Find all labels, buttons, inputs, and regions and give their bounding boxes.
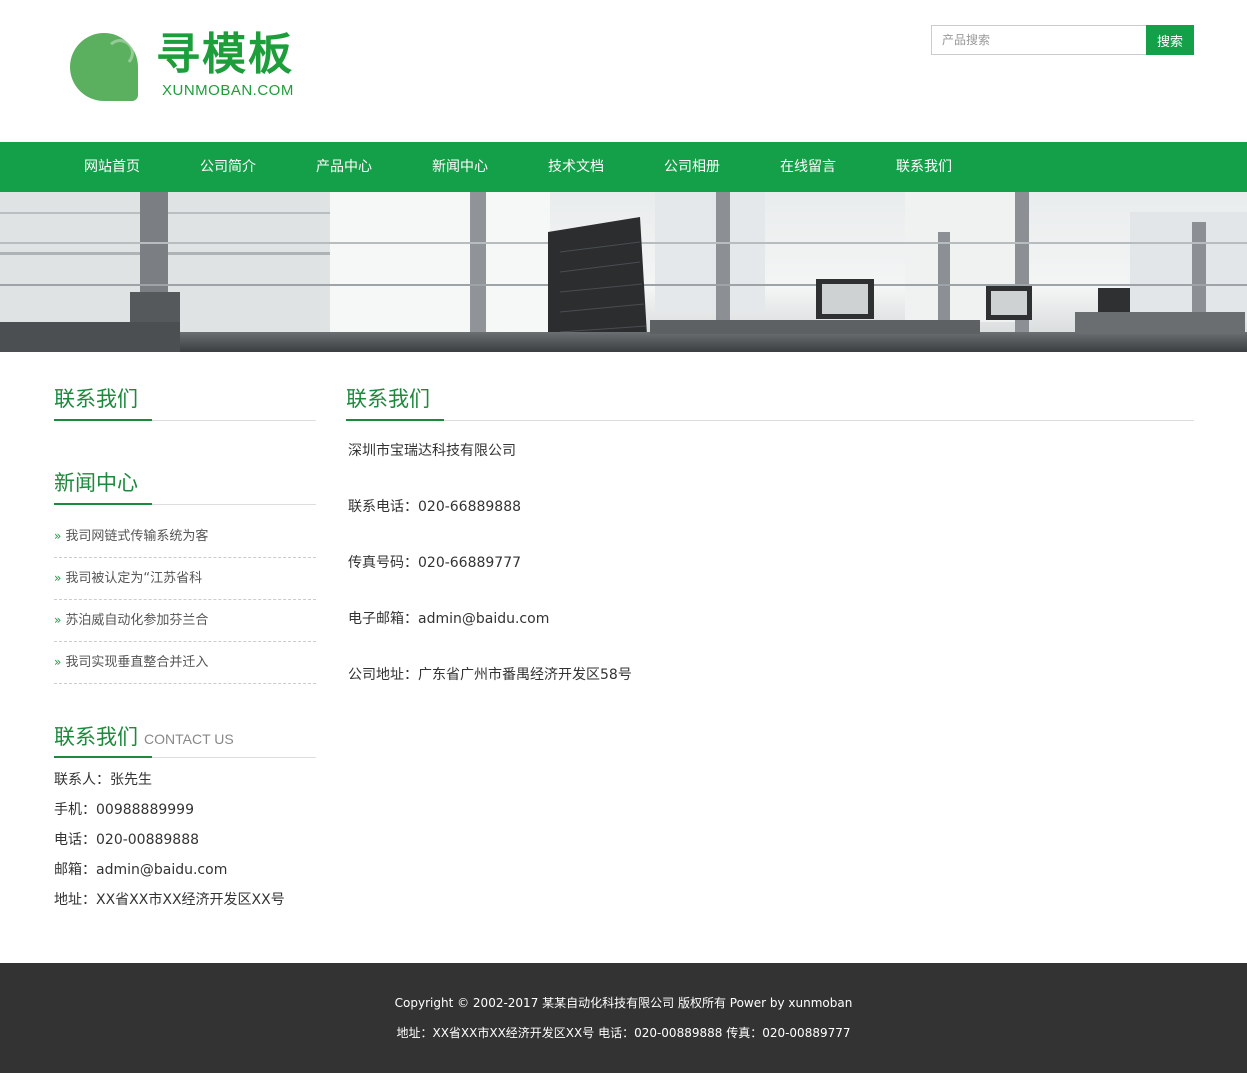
- nav-item-products[interactable]: 产品中心: [286, 142, 402, 192]
- sidebar-section-header: 联系我们: [54, 352, 316, 421]
- contact-phone: 电话：020-00889888: [54, 832, 200, 848]
- banner-image: [0, 192, 1247, 352]
- company-name: 深圳市宝瑞达科技有限公司: [348, 443, 516, 459]
- news-item[interactable]: » 我司实现垂直整合并迁入: [54, 642, 316, 684]
- title-underline: [54, 419, 152, 421]
- chevron-right-icon: »: [54, 571, 62, 585]
- contact-section-header: 联系我们 CONTACT US: [54, 722, 316, 758]
- contact-details: 深圳市宝瑞达科技有限公司 联系电话：020-66889888 传真号码：020-…: [348, 439, 632, 719]
- news-item-label: 我司网链式传输系统为客: [65, 529, 209, 544]
- nav-item-message[interactable]: 在线留言: [750, 142, 866, 192]
- nav-item-home[interactable]: 网站首页: [54, 142, 170, 192]
- company-email: 电子邮箱：admin@baidu.com: [348, 611, 550, 627]
- contact-title-cn: 联系我们: [54, 725, 138, 749]
- chevron-right-icon: »: [54, 655, 62, 669]
- news-item-label: 苏泊威自动化参加芬兰合: [65, 613, 209, 628]
- search-button[interactable]: 搜索: [1146, 25, 1194, 55]
- news-item[interactable]: » 苏泊威自动化参加芬兰合: [54, 600, 316, 642]
- news-item-label: 我司被认定为“江苏省科: [65, 571, 203, 586]
- sidebar-section-title: 联系我们: [54, 387, 138, 411]
- chevron-right-icon: »: [54, 613, 62, 627]
- site-footer: Copyright © 2002-2017 某某自动化科技有限公司 版权所有 P…: [0, 963, 1247, 1073]
- search-input[interactable]: [931, 25, 1147, 55]
- sidebar: 联系我们 新闻中心 » 我司网链式传输系统为客 » 我司被认定为“江苏省科 » 苏泊威…: [54, 352, 316, 908]
- footer-copyright: Copyright © 2002-2017 某某自动化科技有限公司 版权所有 P…: [394, 996, 853, 1010]
- news-item-label: 我司实现垂直整合并迁入: [65, 655, 209, 670]
- main-content: 联系我们 深圳市宝瑞达科技有限公司 联系电话：020-66889888 传真号码…: [346, 352, 1194, 683]
- footer-contact: 地址：XX省XX市XX经济开发区XX号 电话：020-00889888 传真：0…: [396, 1026, 851, 1040]
- banner-illustration: [0, 192, 1247, 352]
- news-list: » 我司网链式传输系统为客 » 我司被认定为“江苏省科 » 苏泊威自动化参加芬兰合 »…: [54, 516, 316, 684]
- contact-person: 联系人：张先生: [54, 772, 152, 788]
- nav-item-about[interactable]: 公司简介: [170, 142, 286, 192]
- company-address: 公司地址：广东省广州市番禺经济开发区58号: [348, 667, 632, 683]
- contact-list: 联系人：张先生 手机：00988889999 电话：020-00889888 邮…: [54, 765, 285, 915]
- news-section-header: 新闻中心: [54, 466, 316, 505]
- contact-title-en: CONTACT US: [144, 731, 234, 747]
- contact-address: 地址：XX省XX市XX经济开发区XX号: [54, 892, 285, 908]
- title-underline: [54, 756, 152, 758]
- logo-text: 寻模板: [156, 29, 294, 80]
- title-underline: [54, 503, 152, 505]
- search-bar: 搜索: [931, 25, 1194, 55]
- nav-item-docs[interactable]: 技术文档: [518, 142, 634, 192]
- main-section-header: 联系我们: [346, 352, 1194, 421]
- page-title: 联系我们: [346, 387, 430, 411]
- news-item[interactable]: » 我司被认定为“江苏省科: [54, 558, 316, 600]
- logo-subtext: XUNMOBAN.COM: [162, 82, 294, 99]
- company-phone: 联系电话：020-66889888: [348, 499, 522, 515]
- nav-item-contact[interactable]: 联系我们: [866, 142, 982, 192]
- nav-item-album[interactable]: 公司相册: [634, 142, 750, 192]
- news-item[interactable]: » 我司网链式传输系统为客: [54, 516, 316, 558]
- main-nav: 网站首页 公司简介 产品中心 新闻中心 技术文档 公司相册 在线留言 联系我们: [0, 142, 1247, 192]
- chevron-right-icon: »: [54, 529, 62, 543]
- contact-email: 邮箱：admin@baidu.com: [54, 862, 228, 878]
- nav-item-news[interactable]: 新闻中心: [402, 142, 518, 192]
- site-logo[interactable]: 寻模板 XUNMOBAN.COM: [70, 30, 310, 104]
- logo-mark-icon: [70, 33, 138, 101]
- contact-section-title: 联系我们 CONTACT US: [54, 722, 234, 754]
- news-section-title: 新闻中心: [54, 471, 138, 495]
- contact-mobile: 手机：00988889999: [54, 802, 194, 818]
- site-header: 寻模板 XUNMOBAN.COM 搜索: [0, 0, 1247, 142]
- title-underline: [346, 419, 444, 421]
- company-fax: 传真号码：020-66889777: [348, 555, 522, 571]
